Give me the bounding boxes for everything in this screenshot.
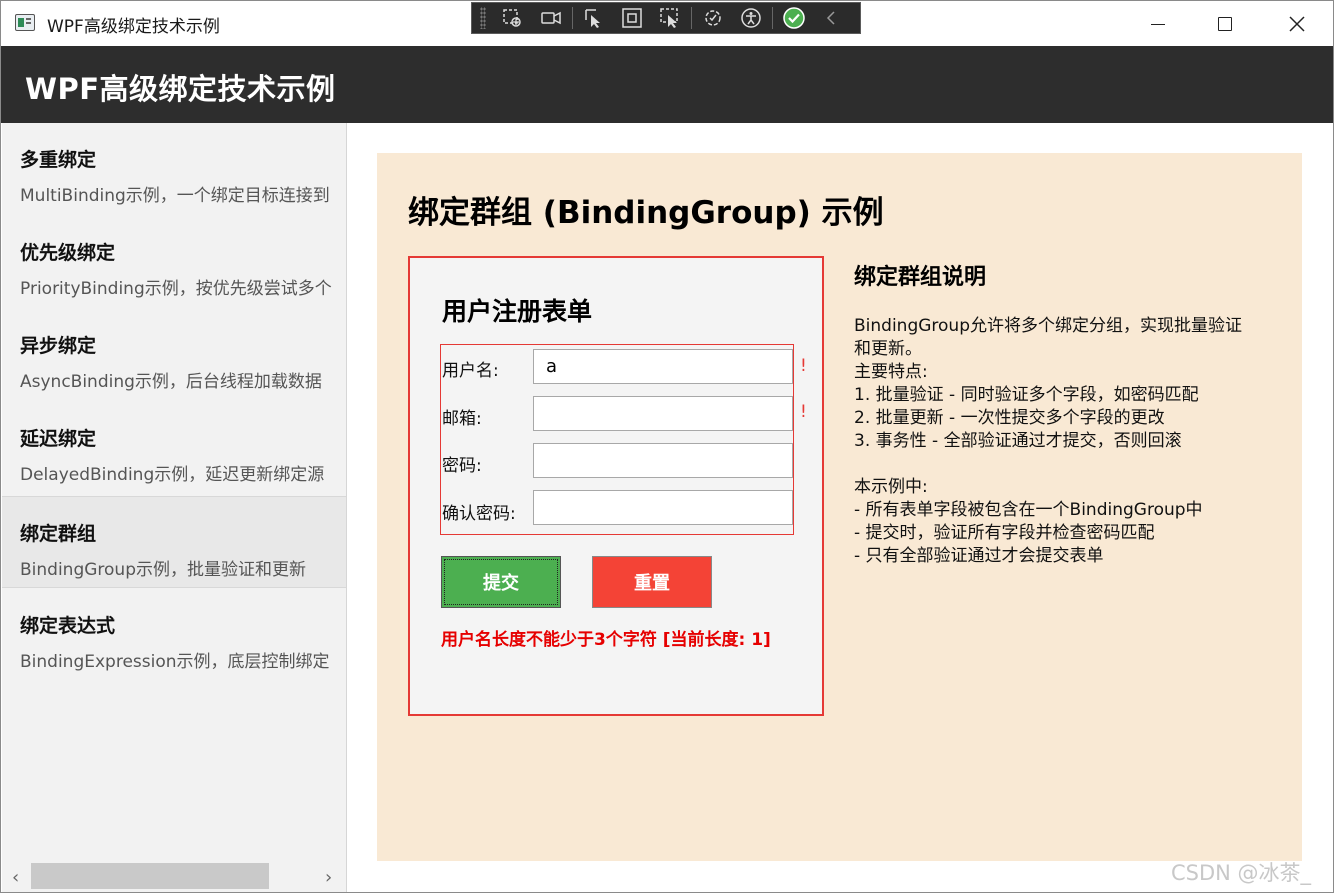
- description-line: 和更新。: [854, 339, 922, 359]
- sidebar-item-desc: BindingExpression示例，底层控制绑定: [20, 652, 330, 672]
- maximize-icon: [1218, 16, 1232, 31]
- minimize-icon: [1151, 23, 1165, 26]
- submit-button[interactable]: 提交: [441, 556, 561, 608]
- description-line: BindingGroup允许将多个绑定分组，实现批量验证: [854, 316, 1242, 336]
- grip-icon[interactable]: [480, 7, 486, 29]
- chevron-left-icon: [826, 11, 835, 25]
- watermark: CSDN @冰茶_: [1171, 861, 1312, 885]
- sidebar-item-desc: BindingGroup示例，批量验证和更新: [20, 560, 306, 580]
- toolbar-separator: [572, 7, 573, 29]
- scrollbar-thumb[interactable]: [31, 863, 269, 889]
- sidebar-item-title: 多重绑定: [20, 149, 97, 171]
- rectangle-select-button[interactable]: [618, 6, 646, 30]
- sidebar-item-desc: MultiBinding示例，一个绑定目标连接到: [20, 186, 330, 206]
- check-button[interactable]: [780, 6, 808, 30]
- description-section: 绑定群组说明 BindingGroup允许将多个绑定分组，实现批量验证 和更新。…: [854, 256, 1284, 568]
- app-header: WPF高级绑定技术示例: [1, 46, 1333, 123]
- username-input[interactable]: a: [533, 349, 793, 384]
- email-error-mark: !: [800, 402, 807, 422]
- scroll-right-icon[interactable]: ›: [325, 867, 332, 888]
- select-element-button[interactable]: [499, 6, 527, 30]
- password-input[interactable]: [533, 443, 793, 478]
- sidebar-item-multibinding[interactable]: 多重绑定 MultiBinding示例，一个绑定目标连接到: [2, 123, 346, 215]
- description-title: 绑定群组说明: [854, 265, 987, 290]
- sidebar-item-delayedbinding[interactable]: 延迟绑定 DelayedBinding示例，延迟更新绑定源: [2, 402, 346, 494]
- sidebar-item-prioritybinding[interactable]: 优先级绑定 PriorityBinding示例，按优先级尝试多个: [2, 216, 346, 308]
- sidebar-item-bindinggroup[interactable]: 绑定群组 BindingGroup示例，批量验证和更新: [2, 496, 346, 588]
- username-label: 用户名:: [442, 361, 499, 381]
- description-line: [854, 453, 1284, 476]
- debug-toolbar: [471, 2, 861, 34]
- scroll-left-icon[interactable]: ‹: [12, 867, 19, 888]
- app-header-title: WPF高级绑定技术示例: [25, 72, 336, 106]
- description-body: BindingGroup允许将多个绑定分组，实现批量验证 和更新。 主要特点: …: [854, 315, 1284, 568]
- description-line: 2. 批量更新 - 一次性提交多个字段的更改: [854, 408, 1165, 428]
- email-input[interactable]: [533, 396, 793, 431]
- app-window: WPF高级绑定技术示例 WPF高级绑定技术示例 多重绑定 MultiBindin…: [0, 0, 1334, 893]
- select-element-icon: [503, 9, 521, 27]
- close-button[interactable]: [1262, 1, 1332, 46]
- track-focus-icon: [660, 8, 678, 28]
- sidebar-item-asyncbinding[interactable]: 异步绑定 AsyncBinding示例，后台线程加载数据: [2, 309, 346, 401]
- video-icon: [541, 11, 561, 25]
- description-line: - 所有表单字段被包含在一个BindingGroup中: [854, 500, 1203, 520]
- sidebar-item-title: 延迟绑定: [20, 428, 97, 450]
- hot-reload-icon: [705, 10, 721, 26]
- toolbar-separator: [772, 7, 773, 29]
- fields-group: 用户名: a ! 邮箱: ! 密码: 确认密码:: [440, 344, 807, 535]
- sidebar-item-desc: DelayedBinding示例，延迟更新绑定源: [20, 465, 325, 485]
- description-line: - 提交时，验证所有字段并检查密码匹配: [854, 523, 1155, 543]
- sidebar: 多重绑定 MultiBinding示例，一个绑定目标连接到 优先级绑定 Prio…: [2, 123, 347, 892]
- app-icon: [15, 14, 35, 31]
- password-label: 密码:: [442, 456, 482, 476]
- description-line: 1. 批量验证 - 同时验证多个字段，如密码匹配: [854, 385, 1199, 405]
- confirm-password-label: 确认密码:: [442, 504, 516, 524]
- description-line: 3. 事务性 - 全部验证通过才提交，否则回滚: [854, 431, 1182, 451]
- sidebar-item-desc: AsyncBinding示例，后台线程加载数据: [20, 372, 322, 392]
- maximize-button[interactable]: [1190, 1, 1260, 46]
- reset-button[interactable]: 重置: [592, 556, 712, 608]
- collapse-toolbar-button[interactable]: [818, 6, 846, 30]
- description-line: 本示例中:: [854, 477, 928, 497]
- email-label: 邮箱:: [442, 409, 482, 429]
- horizontal-scrollbar[interactable]: ‹ ›: [2, 861, 346, 892]
- form-title: 用户注册表单: [442, 297, 593, 326]
- username-error-mark: !: [800, 356, 807, 376]
- page-title: 绑定群组 (BindingGroup) 示例: [408, 195, 884, 231]
- description-line: - 只有全部验证通过才会提交表单: [854, 546, 1104, 566]
- registration-form: 用户注册表单 用户名: a ! 邮箱: ! 密码: 确认密码: 提交 重置 用户…: [408, 256, 824, 716]
- close-icon: [1289, 15, 1305, 32]
- validation-error-message: 用户名长度不能少于3个字符 [当前长度: 1]: [441, 630, 771, 650]
- sidebar-item-title: 优先级绑定: [20, 242, 116, 264]
- toolbar-separator: [691, 7, 692, 29]
- sidebar-item-title: 异步绑定: [20, 335, 97, 357]
- minimize-button[interactable]: [1123, 1, 1193, 46]
- video-button[interactable]: [537, 6, 565, 30]
- hot-reload-button[interactable]: [699, 6, 727, 30]
- main-content: 绑定群组 (BindingGroup) 示例 用户注册表单 用户名: a ! 邮…: [348, 123, 1333, 892]
- accessibility-button[interactable]: [737, 6, 765, 30]
- sidebar-item-title: 绑定表达式: [20, 615, 116, 637]
- track-focus-button[interactable]: [656, 6, 684, 30]
- window-title: WPF高级绑定技术示例: [47, 17, 220, 37]
- sidebar-item-desc: PriorityBinding示例，按优先级尝试多个: [20, 279, 332, 299]
- pointer-icon: [585, 9, 600, 28]
- sidebar-item-bindingexpression[interactable]: 绑定表达式 BindingExpression示例，底层控制绑定: [2, 589, 346, 681]
- pointer-button[interactable]: [580, 6, 608, 30]
- check-circle-icon: [783, 7, 805, 29]
- rectangle-select-icon: [622, 8, 642, 28]
- accessibility-icon: [741, 8, 761, 28]
- example-panel: 绑定群组 (BindingGroup) 示例 用户注册表单 用户名: a ! 邮…: [377, 153, 1302, 861]
- sidebar-item-title: 绑定群组: [20, 523, 97, 545]
- description-line: 主要特点:: [854, 362, 928, 382]
- confirm-password-input[interactable]: [533, 490, 793, 525]
